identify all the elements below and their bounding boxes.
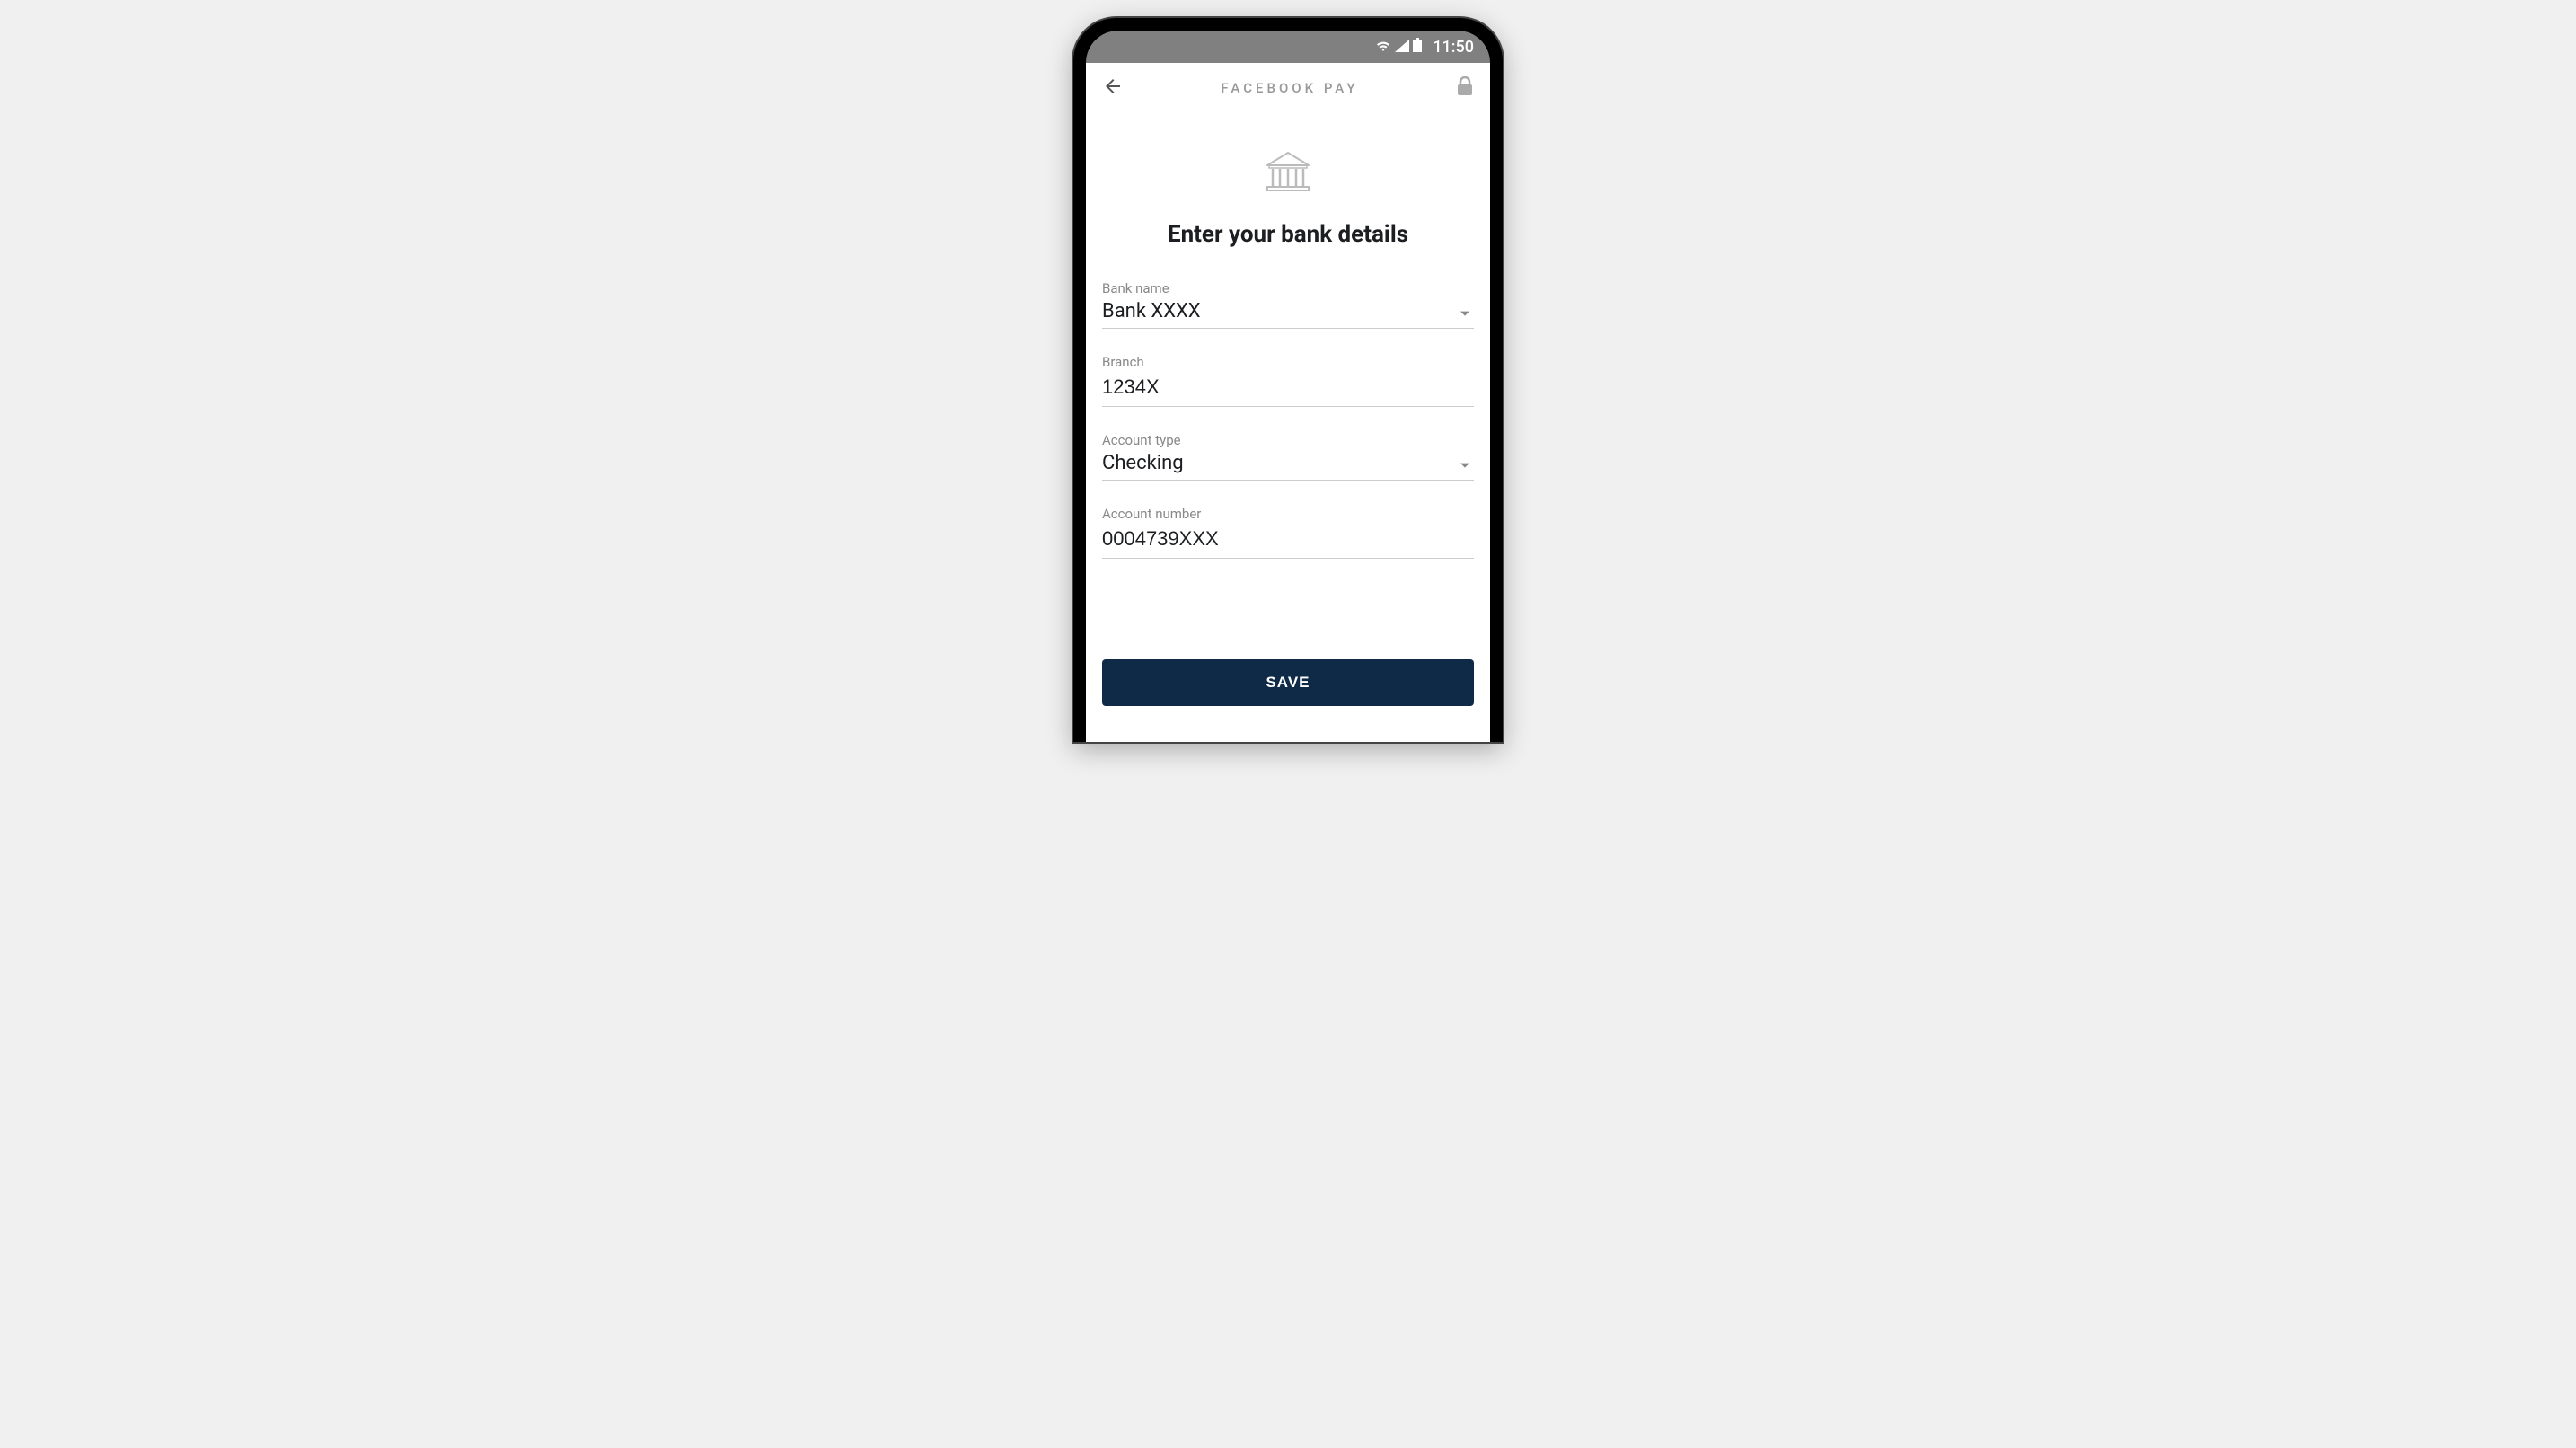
account-type-value: Checking (1102, 450, 1184, 476)
status-icons (1375, 38, 1422, 56)
page-title: Enter your bank details (1102, 221, 1474, 248)
branch-group: Branch (1102, 354, 1474, 407)
account-number-input[interactable] (1102, 525, 1474, 552)
phone-frame: 11:50 FACEBOOK PAY (1073, 18, 1503, 742)
chevron-down-icon (1460, 455, 1470, 472)
chevron-down-icon (1460, 304, 1470, 321)
account-type-label: Account type (1102, 432, 1474, 448)
bank-icon-wrap (1102, 151, 1474, 198)
account-number-group: Account number (1102, 506, 1474, 559)
back-button[interactable] (1102, 75, 1124, 101)
lock-icon (1456, 76, 1474, 100)
branch-field-wrap (1102, 374, 1474, 407)
app-title: FACEBOOK PAY (1221, 80, 1358, 96)
app-content: Enter your bank details Bank name Bank X… (1086, 113, 1490, 742)
bank-icon (1264, 151, 1312, 198)
bank-name-select[interactable]: Bank XXXX (1102, 300, 1474, 329)
status-time: 11:50 (1433, 38, 1474, 57)
bank-name-label: Bank name (1102, 280, 1474, 296)
account-number-field-wrap (1102, 525, 1474, 559)
battery-icon (1413, 38, 1422, 56)
app-header: FACEBOOK PAY (1086, 63, 1490, 113)
account-type-group: Account type Checking (1102, 432, 1474, 481)
cellular-signal-icon (1395, 39, 1409, 56)
wifi-icon (1375, 39, 1391, 56)
bank-name-group: Bank name Bank XXXX (1102, 280, 1474, 329)
branch-input[interactable] (1102, 374, 1474, 401)
account-type-select[interactable]: Checking (1102, 452, 1474, 481)
branch-label: Branch (1102, 354, 1474, 370)
status-bar: 11:50 (1086, 31, 1490, 63)
phone-screen: 11:50 FACEBOOK PAY (1086, 31, 1490, 742)
account-number-label: Account number (1102, 506, 1474, 522)
bank-name-value: Bank XXXX (1102, 298, 1201, 324)
save-button[interactable]: SAVE (1102, 659, 1474, 706)
spacer (1102, 584, 1474, 659)
